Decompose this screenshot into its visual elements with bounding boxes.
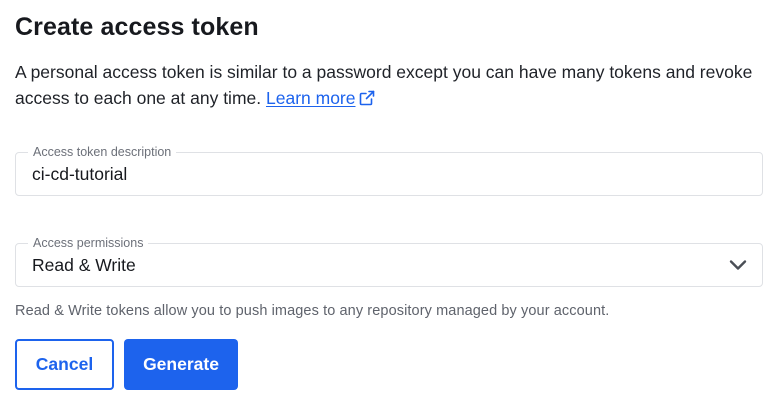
token-description-field[interactable]: Access token description xyxy=(15,145,763,196)
learn-more-label: Learn more xyxy=(266,88,356,108)
token-description-label: Access token description xyxy=(28,145,177,159)
create-token-dialog: Create access token A personal access to… xyxy=(0,0,783,406)
token-description-input[interactable] xyxy=(32,164,732,185)
permissions-helper-text: Read & Write tokens allow you to push im… xyxy=(15,303,610,319)
access-permissions-select[interactable]: Access permissions Read & Write xyxy=(15,236,763,287)
dialog-title: Create access token xyxy=(15,13,259,41)
access-permissions-value: Read & Write xyxy=(32,255,136,275)
dialog-description: A personal access token is similar to a … xyxy=(15,59,755,111)
access-permissions-label: Access permissions xyxy=(28,236,149,250)
chevron-down-icon[interactable] xyxy=(728,257,748,273)
cancel-button[interactable]: Cancel xyxy=(15,339,114,390)
learn-more-link[interactable]: Learn more xyxy=(266,88,375,108)
generate-button[interactable]: Generate xyxy=(124,339,238,390)
external-link-icon xyxy=(359,90,374,106)
description-text: A personal access token is similar to a … xyxy=(15,62,753,108)
